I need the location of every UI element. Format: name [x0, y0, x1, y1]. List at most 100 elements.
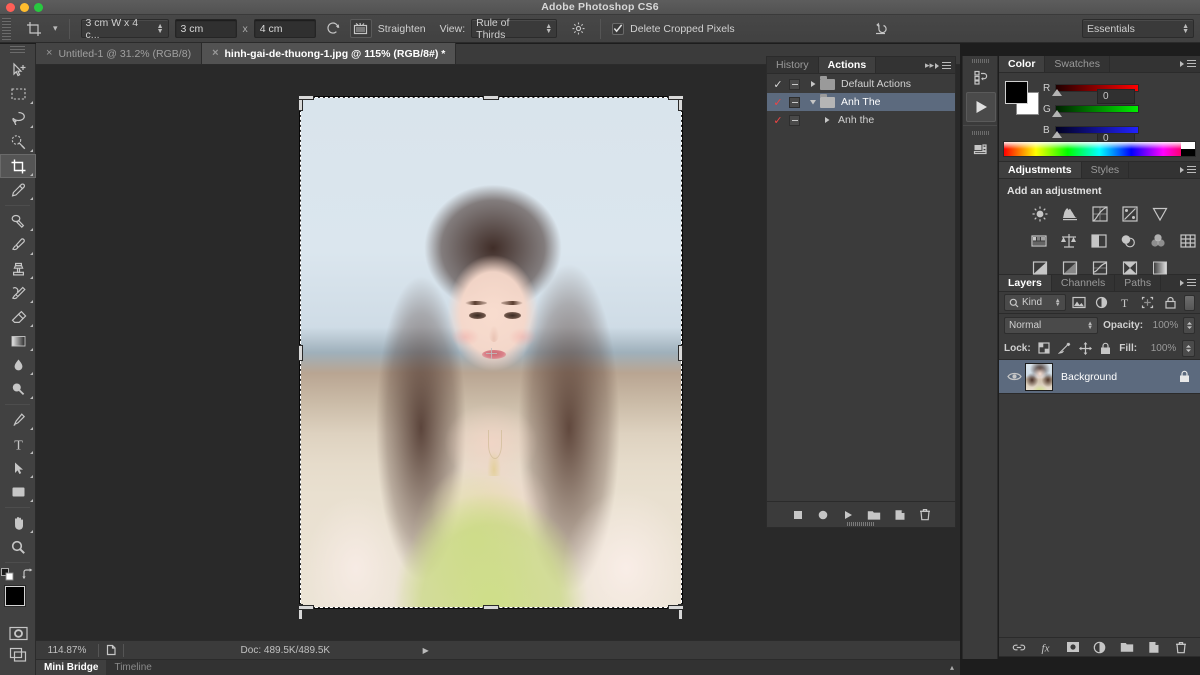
- curves-icon[interactable]: [1088, 202, 1111, 225]
- foreground-color-swatch[interactable]: [1005, 81, 1028, 104]
- layer-row-background[interactable]: Background: [999, 360, 1200, 394]
- screen-mode-icon[interactable]: [0, 644, 36, 666]
- tab-timeline[interactable]: Timeline: [106, 660, 159, 675]
- crop-width-input[interactable]: 3 cm: [174, 19, 237, 38]
- lasso-tool[interactable]: [0, 106, 36, 130]
- crop-handle-bottom-right-v[interactable]: [679, 605, 682, 619]
- toolbar-grip[interactable]: [10, 46, 25, 55]
- new-group-icon[interactable]: [1118, 639, 1136, 655]
- color-ramp[interactable]: [1003, 141, 1196, 157]
- action-toggle-check[interactable]: ✓: [767, 114, 789, 127]
- slider-b[interactable]: [1052, 126, 1139, 138]
- close-icon[interactable]: ×: [212, 48, 218, 59]
- document-tab-untitled[interactable]: × Untitled-1 @ 31.2% (RGB/8): [36, 43, 203, 64]
- action-row-default-actions[interactable]: ✓ Default Actions: [767, 75, 955, 93]
- lock-image-pixels-icon[interactable]: [1057, 340, 1072, 356]
- swap-dimensions-icon[interactable]: [322, 19, 344, 39]
- foreground-color-swatch[interactable]: [5, 586, 25, 606]
- pen-tool[interactable]: [0, 408, 36, 432]
- crop-tool[interactable]: [0, 154, 36, 178]
- document-profile-icon[interactable]: [99, 644, 123, 656]
- crop-ratio-preset-select[interactable]: 3 cm W x 4 c... ▲ ▼: [80, 17, 169, 41]
- blend-mode-select[interactable]: Normal ▲ ▼: [1004, 317, 1099, 334]
- workspace-select[interactable]: Essentials ▲ ▼: [1082, 19, 1194, 38]
- options-bar-grip[interactable]: [2, 17, 11, 40]
- close-icon[interactable]: ×: [46, 48, 52, 59]
- slider-thumb-g[interactable]: [1052, 110, 1062, 117]
- panel-menu-icon[interactable]: [1180, 165, 1196, 174]
- hue-saturation-icon[interactable]: [1028, 229, 1051, 252]
- tool-preset-arrow[interactable]: ▾: [53, 23, 58, 34]
- slider-g[interactable]: [1052, 105, 1139, 117]
- double-arrow-icon[interactable]: ▸▸: [925, 60, 934, 71]
- layer-thumbnail[interactable]: [1025, 362, 1053, 391]
- type-tool[interactable]: T: [0, 432, 36, 456]
- delete-layer-icon[interactable]: [1172, 639, 1190, 655]
- dock-grip[interactable]: [972, 131, 990, 135]
- tab-styles[interactable]: Styles: [1082, 162, 1130, 178]
- layer-visibility-eye-icon[interactable]: [1003, 371, 1025, 382]
- pixel-filter-icon[interactable]: [1070, 294, 1089, 312]
- panel-menu-icon[interactable]: [1180, 278, 1196, 287]
- eraser-tool[interactable]: [0, 305, 36, 329]
- crop-height-input[interactable]: 4 cm: [253, 19, 316, 38]
- tab-color[interactable]: Color: [999, 56, 1046, 72]
- action-toggle-dialog[interactable]: [789, 96, 800, 108]
- rectangle-tool[interactable]: [0, 480, 36, 504]
- new-action-icon[interactable]: [894, 509, 906, 521]
- crop-handle-bottom-left-v[interactable]: [299, 605, 302, 619]
- crop-tool-icon[interactable]: [19, 17, 49, 41]
- action-toggle-dialog[interactable]: [789, 114, 800, 126]
- quick-mask-icon[interactable]: [0, 622, 36, 644]
- black-white-icon[interactable]: [1087, 229, 1110, 252]
- tab-mini-bridge[interactable]: Mini Bridge: [36, 659, 107, 675]
- tab-channels[interactable]: Channels: [1052, 275, 1116, 291]
- layers-empty-area[interactable]: [999, 411, 1200, 637]
- link-layers-icon[interactable]: [1010, 639, 1028, 655]
- vibrance-icon[interactable]: [1148, 202, 1171, 225]
- action-row-anh-the-set[interactable]: ✓ Anh The: [767, 93, 955, 111]
- rectangular-marquee-tool[interactable]: [0, 82, 36, 106]
- lock-position-icon[interactable]: [1078, 340, 1093, 356]
- shape-filter-icon[interactable]: [1138, 294, 1157, 312]
- play-icon[interactable]: [842, 509, 854, 521]
- quick-selection-tool[interactable]: [0, 130, 36, 154]
- play-action-icon[interactable]: [966, 92, 996, 122]
- history-panel-icon[interactable]: [968, 65, 994, 89]
- new-set-icon[interactable]: [867, 509, 881, 521]
- layer-style-icon[interactable]: fx: [1037, 639, 1055, 655]
- smart-object-filter-icon[interactable]: [1161, 294, 1180, 312]
- mini-bridge-icon[interactable]: [968, 137, 994, 161]
- brush-tool[interactable]: [0, 233, 36, 257]
- gradient-tool[interactable]: [0, 329, 36, 353]
- opacity-stepper[interactable]: [1183, 317, 1195, 334]
- channel-mixer-icon[interactable]: [1147, 229, 1170, 252]
- fill-stepper[interactable]: [1182, 339, 1196, 357]
- tab-history[interactable]: History: [767, 57, 819, 73]
- blur-tool[interactable]: [0, 353, 36, 377]
- action-toggle-check[interactable]: ✓: [767, 78, 789, 91]
- dock-grip[interactable]: [972, 59, 990, 63]
- color-lookup-icon[interactable]: [1176, 229, 1199, 252]
- hand-tool[interactable]: [0, 511, 36, 535]
- levels-icon[interactable]: [1058, 202, 1081, 225]
- filter-enable-toggle[interactable]: [1184, 294, 1195, 311]
- move-tool[interactable]: [0, 58, 36, 82]
- tab-adjustments[interactable]: Adjustments: [999, 162, 1082, 178]
- default-colors-icon[interactable]: [1, 568, 14, 581]
- spot-healing-brush-tool[interactable]: [0, 209, 36, 233]
- tab-paths[interactable]: Paths: [1115, 275, 1162, 291]
- reset-icon[interactable]: [870, 19, 892, 39]
- tab-actions[interactable]: Actions: [818, 57, 877, 73]
- gear-icon[interactable]: [567, 19, 589, 39]
- document-tab-hinh-gai[interactable]: × hinh-gai-de-thuong-1.jpg @ 115% (RGB/8…: [202, 43, 457, 64]
- chevron-down-icon[interactable]: [806, 98, 820, 106]
- record-icon[interactable]: [817, 509, 829, 521]
- clone-stamp-tool[interactable]: [0, 257, 36, 281]
- swap-colors-icon[interactable]: [21, 568, 34, 581]
- stop-playing-icon[interactable]: [792, 509, 804, 521]
- photo-filter-icon[interactable]: [1117, 229, 1140, 252]
- fill-value[interactable]: 100%: [1143, 340, 1177, 357]
- chevron-right-icon[interactable]: [806, 80, 820, 88]
- type-filter-icon[interactable]: T: [1115, 294, 1134, 312]
